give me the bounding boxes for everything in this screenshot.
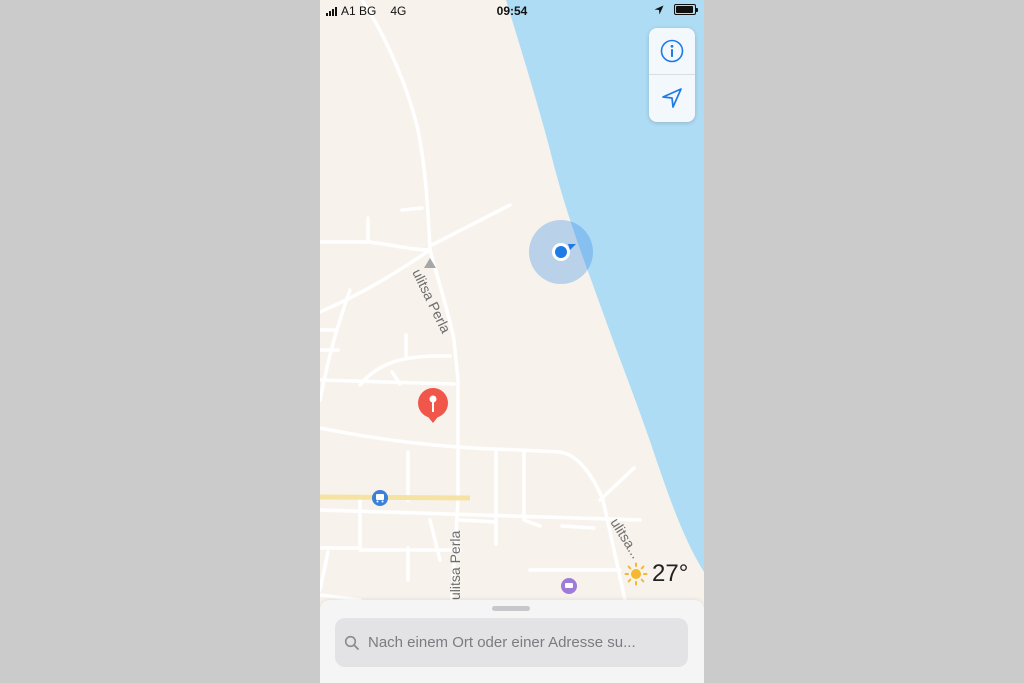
map-controls xyxy=(649,28,695,122)
status-bar: A1 BG 4G 09:54 xyxy=(320,0,704,22)
bus-stop-icon[interactable] xyxy=(372,490,388,506)
info-button[interactable] xyxy=(649,28,695,75)
info-icon xyxy=(660,39,684,63)
user-location[interactable] xyxy=(529,220,593,284)
location-arrow-icon xyxy=(662,88,682,108)
battery-icon xyxy=(674,4,698,15)
location-services-icon xyxy=(654,5,664,14)
bottom-sheet[interactable] xyxy=(320,600,704,683)
weather-widget: 27° xyxy=(624,560,688,588)
phone-screen: ulitsa Perla ulitsa Perla ulitsa... A1 B… xyxy=(320,0,704,683)
search-input[interactable] xyxy=(368,634,668,651)
sheet-grabber[interactable] xyxy=(492,606,530,611)
tracking-button[interactable] xyxy=(649,75,695,121)
status-right xyxy=(654,4,698,15)
poi-icon[interactable] xyxy=(561,578,577,594)
sun-icon xyxy=(624,562,648,586)
search-icon xyxy=(344,635,360,651)
svg-text:ulitsa Perla: ulitsa Perla xyxy=(447,531,463,600)
clock: 09:54 xyxy=(496,4,528,18)
search-bar[interactable] xyxy=(335,618,688,667)
street-label: ulitsa Perla xyxy=(447,531,463,600)
main-road-yellow xyxy=(320,494,471,501)
temperature: 27° xyxy=(652,560,689,587)
